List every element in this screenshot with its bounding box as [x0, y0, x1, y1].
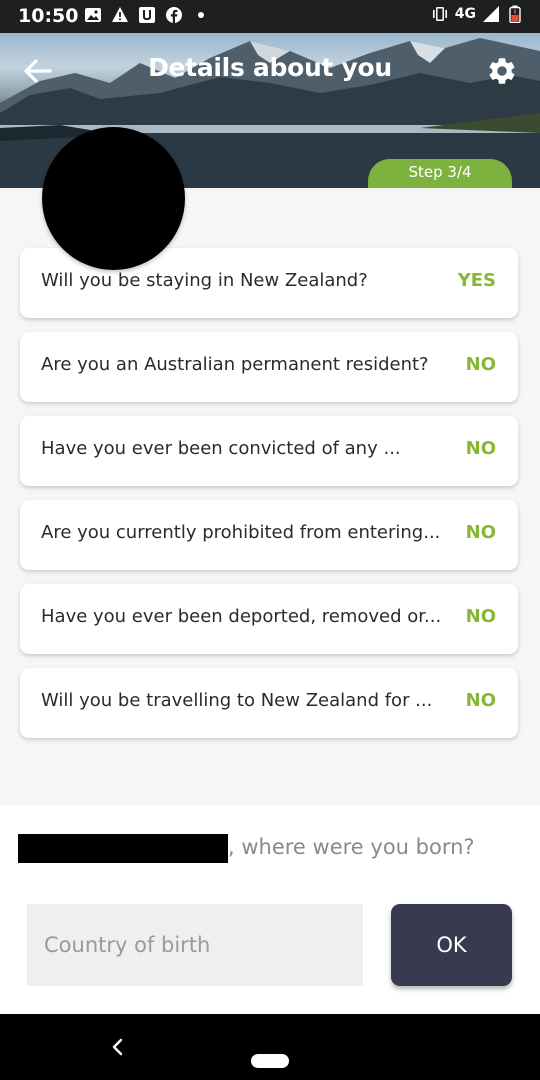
- step-indicator-badge: Step 3/4: [368, 159, 512, 188]
- question-card-deported[interactable]: Have you ever been deported, removed or.…: [20, 584, 518, 654]
- answer-value: NO: [465, 438, 496, 459]
- answer-value: NO: [465, 606, 496, 627]
- question-card-australian-resident[interactable]: Are you an Australian permanent resident…: [20, 332, 518, 402]
- answer-value: NO: [465, 354, 496, 375]
- network-type-label: 4G: [454, 6, 476, 22]
- navigation-bar: [0, 1014, 540, 1080]
- status-time: 10:50: [18, 5, 79, 27]
- question-card-travelling-purpose[interactable]: Will you be travelling to New Zealand fo…: [20, 668, 518, 738]
- facebook-icon: [166, 7, 182, 23]
- signal-icon: [483, 6, 499, 22]
- app-u-icon: [139, 7, 155, 23]
- status-bar: 10:50 4G: [0, 0, 540, 33]
- image-notification-icon: [85, 8, 101, 22]
- avatar: [42, 127, 185, 270]
- vibrate-icon: [432, 7, 447, 21]
- question-text: Will you be travelling to New Zealand fo…: [41, 690, 433, 711]
- question-text: Are you currently prohibited from enteri…: [41, 522, 441, 543]
- question-card-prohibited[interactable]: Are you currently prohibited from enteri…: [20, 500, 518, 570]
- answer-value: NO: [465, 690, 496, 711]
- answer-value: NO: [465, 522, 496, 543]
- page-title: Details about you: [148, 53, 392, 82]
- country-of-birth-prompt: , where were you born? OK: [0, 805, 540, 1014]
- question-text: Are you an Australian permanent resident…: [41, 354, 429, 375]
- warning-icon: [112, 7, 128, 22]
- dot-icon: [198, 12, 204, 18]
- system-icons: 4G: [431, 5, 524, 23]
- nav-home-pill[interactable]: [251, 1054, 289, 1068]
- redacted-name: [18, 834, 228, 863]
- prompt-text: , where were you born?: [228, 835, 475, 859]
- notification-icons: [84, 6, 210, 24]
- question-text: Will you be staying in New Zealand?: [41, 270, 368, 291]
- gear-icon[interactable]: [486, 55, 518, 87]
- answer-value: YES: [457, 270, 496, 291]
- ok-button[interactable]: OK: [391, 904, 512, 986]
- questions-list[interactable]: Will you be staying in New Zealand? YES …: [0, 188, 540, 805]
- question-text: Have you ever been convicted of any ...: [41, 438, 401, 459]
- nav-back-icon[interactable]: [104, 1032, 130, 1062]
- question-text: Have you ever been deported, removed or.…: [41, 606, 442, 627]
- battery-low-icon: [509, 5, 521, 23]
- country-of-birth-input[interactable]: [27, 904, 363, 986]
- question-card-convicted[interactable]: Have you ever been convicted of any ... …: [20, 416, 518, 486]
